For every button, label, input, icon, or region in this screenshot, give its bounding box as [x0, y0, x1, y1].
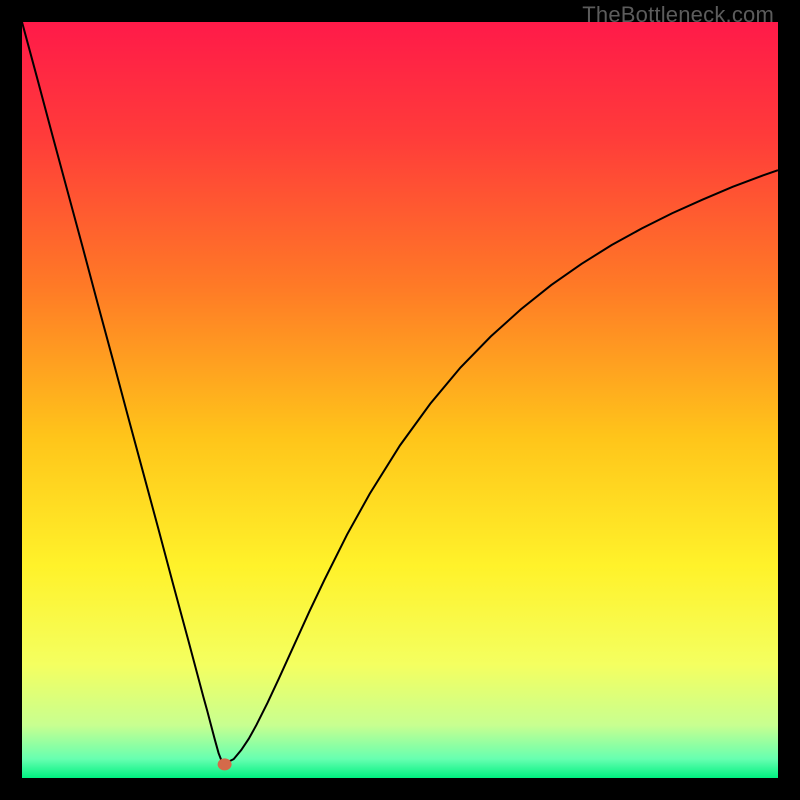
chart-frame: [22, 22, 778, 778]
bottleneck-chart: [22, 22, 778, 778]
gradient-background: [22, 22, 778, 778]
marker-dot: [218, 758, 232, 770]
watermark-text: TheBottleneck.com: [582, 2, 774, 28]
